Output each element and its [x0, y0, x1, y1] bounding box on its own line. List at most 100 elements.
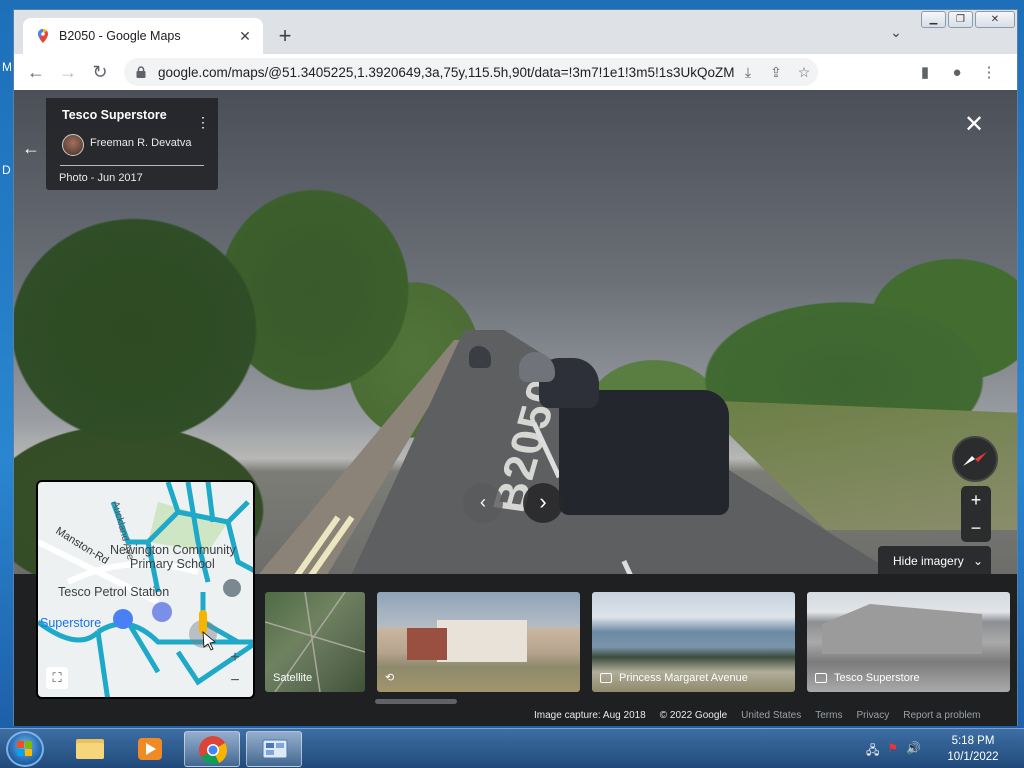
taskbar-media-player[interactable]	[122, 731, 178, 767]
report-problem-link[interactable]: Report a problem	[903, 710, 980, 721]
place-title[interactable]: Tesco Superstore	[62, 108, 167, 122]
new-tab-button[interactable]: +	[272, 24, 298, 50]
expand-icon[interactable]: ⛶	[46, 667, 68, 689]
menu-kebab-icon[interactable]: ⋮	[973, 63, 1005, 81]
lock-icon	[136, 66, 146, 78]
thumbnail-label: Princess Margaret Avenue	[600, 672, 748, 684]
camera-icon	[600, 673, 612, 683]
minimize-button[interactable]: ▁	[921, 11, 946, 28]
window-controls: ▁ ❐ ✕	[919, 11, 1015, 29]
close-window-button[interactable]: ✕	[975, 11, 1015, 28]
taskbar: 🖧 ⚑ 🔊 5:18 PM 10/1/2022	[0, 728, 1024, 768]
action-center-flag-icon[interactable]: ⚑	[887, 741, 898, 762]
taskbar-control-panel[interactable]	[246, 731, 302, 767]
image-capture-date: Image capture: Aug 2018	[534, 710, 646, 721]
copyright-text: © 2022 Google	[659, 710, 728, 721]
toolbar-right: ▮ ● ⋮	[909, 58, 1005, 86]
side-panel-icon[interactable]: ▮	[909, 63, 941, 81]
zoom-control: + −	[961, 486, 991, 542]
street-view-panorama[interactable]: B2050 ← Tesco Superstore ⋮ Freeman R. De…	[14, 90, 1017, 726]
minimap-zoom-out-button[interactable]: −	[223, 670, 247, 692]
more-options-icon[interactable]: ⋮	[196, 114, 210, 131]
start-button[interactable]	[6, 731, 44, 767]
close-tab-icon[interactable]: ✕	[237, 28, 253, 44]
volume-icon[interactable]: 🔊	[906, 741, 921, 762]
next-arrow-button[interactable]: ›	[523, 483, 563, 523]
desktop-icon-label: D	[2, 163, 11, 177]
thumbnail-satellite[interactable]: Satellite	[265, 592, 365, 692]
parked-car	[559, 390, 729, 515]
minimap-poi-label: Superstore	[40, 616, 102, 630]
media-player-icon	[138, 738, 162, 760]
hide-imagery-button[interactable]: Hide imagery ⌄	[878, 546, 991, 576]
reload-button[interactable]: ↻	[84, 58, 116, 86]
desktop-icon-label: M	[2, 60, 12, 74]
privacy-link[interactable]: Privacy	[856, 710, 889, 721]
system-tray: 🖧 ⚑ 🔊	[866, 741, 921, 762]
taskbar-explorer[interactable]	[62, 731, 118, 767]
tab-strip: B2050 - Google Maps ✕ + ⌄ ▁ ❐ ✕	[14, 10, 1017, 54]
divider	[60, 165, 204, 166]
folder-icon	[76, 739, 104, 759]
browser-toolbar: ← → ↻ google.com/maps/@51.3405225,1.3920…	[14, 54, 1017, 90]
forward-button[interactable]: →	[52, 58, 84, 86]
minimap-poi-label: Primary School	[130, 557, 215, 571]
house-shape	[407, 628, 447, 660]
back-arrow-icon[interactable]: ←	[22, 138, 40, 159]
filmstrip-scrollbar[interactable]	[375, 699, 457, 704]
chrome-icon	[199, 736, 228, 765]
photo-author[interactable]: Freeman R. Devatva	[90, 137, 191, 149]
360-icon: ⟲	[385, 672, 395, 684]
minimap-poi-label: Tesco Petrol Station	[58, 585, 170, 599]
url-text: google.com/maps/@51.3405225,1.3920649,3a…	[158, 64, 734, 80]
minimap-poi-label: Newington Community	[110, 543, 236, 557]
house-shape	[437, 620, 527, 662]
tab-search-icon[interactable]: ⌄	[886, 24, 906, 44]
thumbnail-street-view[interactable]: ⟲	[377, 592, 580, 692]
minimap-zoom-in-button[interactable]: +	[223, 647, 247, 669]
compass-needle-icon	[963, 452, 987, 466]
thumbnail-tesco-superstore[interactable]: Tesco Superstore	[807, 592, 1010, 692]
system-clock[interactable]: 5:18 PM 10/1/2022	[940, 733, 1006, 765]
previous-arrow-button[interactable]: ‹	[463, 483, 503, 523]
share-icon[interactable]: ⇪	[762, 64, 790, 81]
minimap[interactable]: Manston-Rd Auckland Ave Newington Commun…	[36, 480, 255, 699]
avatar[interactable]	[62, 134, 84, 156]
windows-logo-icon	[17, 741, 32, 756]
photo-date: Photo - Jun 2017	[59, 172, 143, 184]
clock-time: 5:18 PM	[951, 735, 995, 747]
zoom-in-button[interactable]: +	[961, 486, 991, 514]
tab-title: B2050 - Google Maps	[59, 29, 181, 43]
terms-link[interactable]: Terms	[815, 710, 842, 721]
taskbar-chrome[interactable]	[184, 731, 240, 767]
bookmark-star-icon[interactable]: ☆	[790, 64, 818, 81]
thumbnail-label: Tesco Superstore	[815, 672, 920, 684]
chevron-down-icon: ⌄	[973, 554, 984, 568]
browser-tab[interactable]: B2050 - Google Maps ✕	[23, 18, 263, 54]
region-link[interactable]: United States	[741, 710, 801, 721]
store-building	[822, 604, 982, 654]
install-app-icon[interactable]: ⤓	[734, 64, 762, 81]
profile-icon[interactable]: ●	[941, 64, 973, 81]
thumbnail-label: Satellite	[273, 672, 313, 684]
network-icon[interactable]: 🖧	[866, 741, 879, 762]
address-bar[interactable]: google.com/maps/@51.3405225,1.3920649,3a…	[124, 58, 818, 86]
camera-icon	[815, 673, 827, 683]
maximize-button[interactable]: ❐	[948, 11, 973, 28]
thumbnail-label: ⟲	[385, 671, 394, 684]
google-maps-icon	[38, 29, 48, 43]
parked-car	[469, 346, 491, 368]
compass-icon[interactable]	[952, 436, 998, 482]
control-panel-icon	[262, 739, 288, 759]
thumbnail-label-text: Princess Margaret Avenue	[619, 672, 748, 684]
clock-date: 10/1/2022	[947, 751, 999, 763]
back-button[interactable]: ←	[20, 58, 52, 86]
thumbnail-princess-margaret-avenue[interactable]: Princess Margaret Avenue	[592, 592, 795, 692]
close-icon[interactable]: ✕	[964, 110, 984, 139]
street-view-info-card: Tesco Superstore ⋮ Freeman R. Devatva Ph…	[46, 98, 218, 190]
thumbnail-label-text: Tesco Superstore	[834, 672, 920, 684]
attribution-footer: Image capture: Aug 2018 © 2022 Google Un…	[534, 710, 981, 721]
browser-window: B2050 - Google Maps ✕ + ⌄ ▁ ❐ ✕ ← → ↻ go…	[13, 9, 1018, 726]
zoom-out-button[interactable]: −	[961, 514, 991, 542]
hide-imagery-label: Hide imagery	[893, 554, 964, 568]
